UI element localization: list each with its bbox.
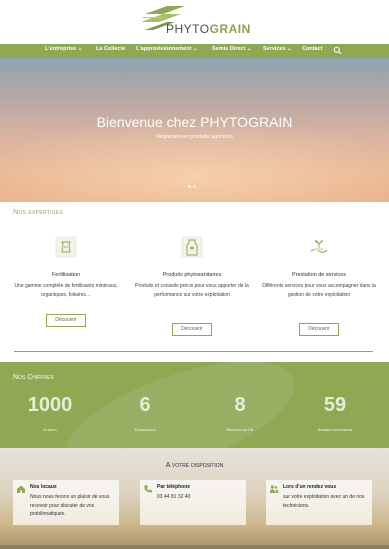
nav-item-entreprise[interactable]: L'entreprise ⌄ [45,46,82,52]
nav-label: La Collecte [96,46,126,52]
brand-prefix: PHYTO [166,22,210,36]
stat-label-annees: Années d'existence [317,427,353,432]
fertilizer-bag-icon [55,236,77,258]
hero-background [0,118,389,202]
stat-label-ca: Millions de CA [226,427,254,432]
nav-item-contact[interactable]: Contact [302,46,322,52]
hero-subtitle: Négociant en produits agricoles [155,134,234,140]
hero-banner: Bienvenue chez PHYTOGRAIN Négociant en p… [0,58,389,202]
nav-label: Services [263,46,286,52]
stat-value-clients: 1000 [27,394,73,416]
brand-suffix: GRAIN [209,22,251,36]
main-nav: L'entreprise ⌄ La Collecte L'approvision… [0,44,389,58]
slider-dot[interactable] [188,185,191,188]
logo-text[interactable]: PHYTOGRAIN [166,22,251,36]
nav-label: L'entreprise [45,46,77,52]
expertises-title: Nos expertises [13,209,63,216]
section-divider [14,351,373,352]
hero-title: Bienvenue chez PHYTOGRAIN [96,114,293,130]
info-head: Lors d'un rendez vous [283,484,337,490]
stat-value-annees: 59 [323,394,347,416]
info-box-locaux: Nos locaux Nous nous ferons un plaisir d… [13,480,119,525]
header: PHYTOGRAIN [0,0,389,44]
stats-title: Nos Chiffres [13,374,54,381]
chevron-down-icon: ⌄ [287,46,292,52]
nav-label: L'approvisionnement [136,46,192,52]
discover-button-phytosanitaires[interactable]: Découvrir [172,323,212,336]
info-box-rendez-vous: Lors d'un rendez vous sur votre exploita… [266,480,372,525]
chevron-down-icon: ⌄ [192,46,198,52]
footer-strip [0,545,389,549]
stat-value-ca: 8 [234,394,246,416]
info-text: sur votre exploitation avec un de nos te… [283,494,365,509]
contact-title: A votre disposition [165,462,224,469]
people-icon [269,485,279,493]
expertise-description: Produits et conseils précis pour vous ap… [135,283,249,298]
info-head: Par téléphone [157,484,191,490]
product-bottle-icon [181,236,203,258]
nav-item-collecte[interactable]: La Collecte [96,46,125,52]
chevron-down-icon: ⌄ [246,46,252,52]
discover-button-services[interactable]: Découvrir [299,323,339,336]
nav-label: Semis Direct [212,46,246,52]
nav-label: Contact [302,46,323,52]
info-box-telephone: Par téléphone 03 44 81 32 40 [140,480,246,525]
nav-item-approvisionnement[interactable]: L'approvisionnement ⌄ [136,46,198,52]
discover-button-fertilisation[interactable]: Découvrir [46,314,86,327]
search-icon[interactable] [333,46,342,55]
nav-item-semis-direct[interactable]: Semis Direct ⌄ [212,46,251,52]
stat-label-techniciens: Techniciens [134,427,156,432]
expertise-name: Produits phytosanitaires [162,272,222,278]
expertise-description: Une gamme complète de fertilisants minér… [14,283,118,298]
stat-value-techniciens: 6 [139,394,151,416]
phone-icon [144,485,152,493]
expertise-name: Fertilisation [51,272,81,278]
hand-plant-icon [310,240,328,253]
home-icon [17,485,25,493]
chevron-down-icon: ⌄ [77,46,83,52]
info-text: Nous nous ferons un plaisir de vous rece… [30,494,110,517]
slider-dot[interactable] [193,185,196,188]
info-head: Nos locaux [30,484,57,490]
nav-item-services[interactable]: Services ⌄ [263,46,292,52]
stat-label-clients: Clients [43,427,57,432]
expertise-name: Prestation de services [291,272,347,278]
expertise-description: Différents services pour vous accompagne… [262,283,376,298]
phone-number[interactable]: 03 44 81 32 40 [157,493,245,502]
